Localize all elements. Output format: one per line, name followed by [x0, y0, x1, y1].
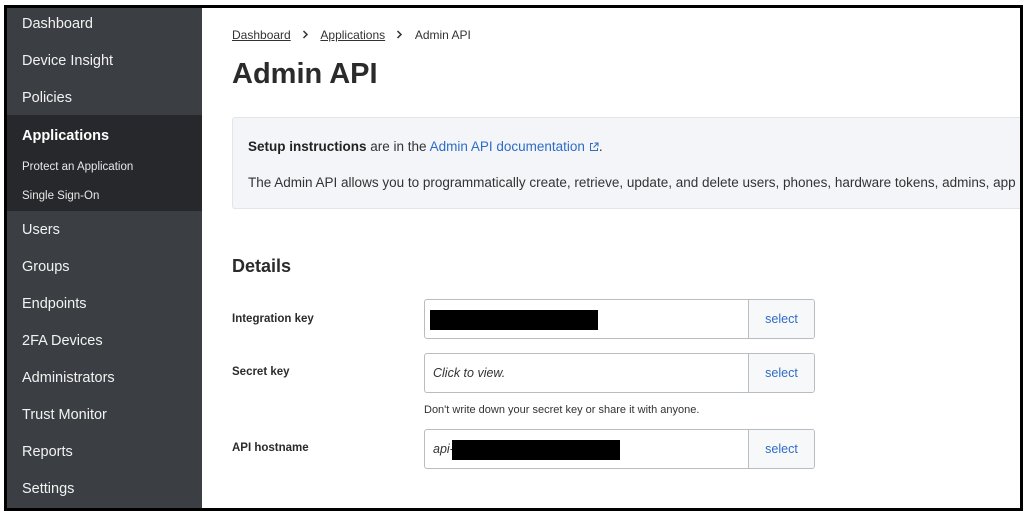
- secret-key-field-group: Click to view. select: [424, 353, 815, 393]
- breadcrumb-dashboard[interactable]: Dashboard: [232, 28, 291, 42]
- sidebar-item-2fa-devices[interactable]: 2FA Devices: [22, 333, 103, 349]
- api-hostname-select-button[interactable]: select: [748, 430, 814, 468]
- api-hostname-input[interactable]: api-: [425, 430, 745, 468]
- sidebar: Dashboard Device Insight Policies Applic…: [7, 8, 202, 508]
- breadcrumb: Dashboard Applications Admin API: [232, 28, 471, 42]
- secret-key-select-button[interactable]: select: [748, 354, 814, 392]
- redacted-value: [451, 439, 620, 460]
- integration-key-select-button[interactable]: select: [748, 300, 814, 338]
- app-window: Dashboard Device Insight Policies Applic…: [4, 5, 1023, 511]
- page-title: Admin API: [232, 58, 378, 90]
- sidebar-item-device-insight[interactable]: Device Insight: [22, 53, 113, 69]
- sidebar-item-endpoints[interactable]: Endpoints: [22, 296, 87, 312]
- sidebar-subitem-single-sign-on[interactable]: Single Sign-On: [22, 190, 99, 202]
- sidebar-subitem-protect-application[interactable]: Protect an Application: [22, 161, 133, 173]
- integration-key-input[interactable]: [425, 300, 745, 338]
- setup-instructions-label: Setup instructions: [248, 139, 367, 154]
- api-hostname-value: api-: [433, 442, 454, 456]
- admin-api-documentation-link[interactable]: Admin API documentation: [430, 139, 599, 154]
- admin-api-description: The Admin API allows you to programmatic…: [248, 175, 1016, 190]
- setup-instructions-text: Setup instructions are in the Admin API …: [248, 139, 603, 154]
- sidebar-item-policies[interactable]: Policies: [22, 90, 72, 106]
- sidebar-item-applications[interactable]: Applications: [22, 128, 109, 144]
- setup-info-box: Setup instructions are in the Admin API …: [232, 117, 1020, 209]
- setup-instructions-connector: are in the: [366, 139, 430, 154]
- sidebar-item-dashboard[interactable]: Dashboard: [22, 16, 93, 32]
- integration-key-field-group: select: [424, 299, 815, 339]
- secret-key-label: Secret key: [232, 366, 290, 378]
- chevron-right-icon: [302, 28, 312, 42]
- redacted-value: [430, 309, 598, 330]
- breadcrumb-current: Admin API: [414, 28, 471, 42]
- main-content: Dashboard Applications Admin API Admin A…: [202, 8, 1020, 508]
- sidebar-item-users[interactable]: Users: [22, 222, 60, 238]
- breadcrumb-applications[interactable]: Applications: [320, 28, 385, 42]
- sidebar-item-administrators[interactable]: Administrators: [22, 370, 115, 386]
- secret-key-hint: Don't write down your secret key or shar…: [424, 404, 700, 416]
- sidebar-item-reports[interactable]: Reports: [22, 444, 73, 460]
- api-hostname-field-group: api- select: [424, 429, 815, 469]
- sidebar-item-settings[interactable]: Settings: [22, 481, 74, 497]
- api-hostname-label: API hostname: [232, 442, 309, 454]
- admin-api-documentation-link-label: Admin API documentation: [429, 139, 585, 154]
- integration-key-label: Integration key: [232, 313, 314, 325]
- sidebar-item-groups[interactable]: Groups: [22, 259, 70, 275]
- secret-key-input[interactable]: Click to view.: [425, 354, 745, 392]
- sidebar-item-trust-monitor[interactable]: Trust Monitor: [22, 407, 107, 423]
- external-link-icon: [589, 142, 599, 151]
- setup-instructions-period: .: [598, 139, 603, 154]
- details-heading: Details: [232, 256, 292, 276]
- chevron-right-icon: [396, 28, 406, 42]
